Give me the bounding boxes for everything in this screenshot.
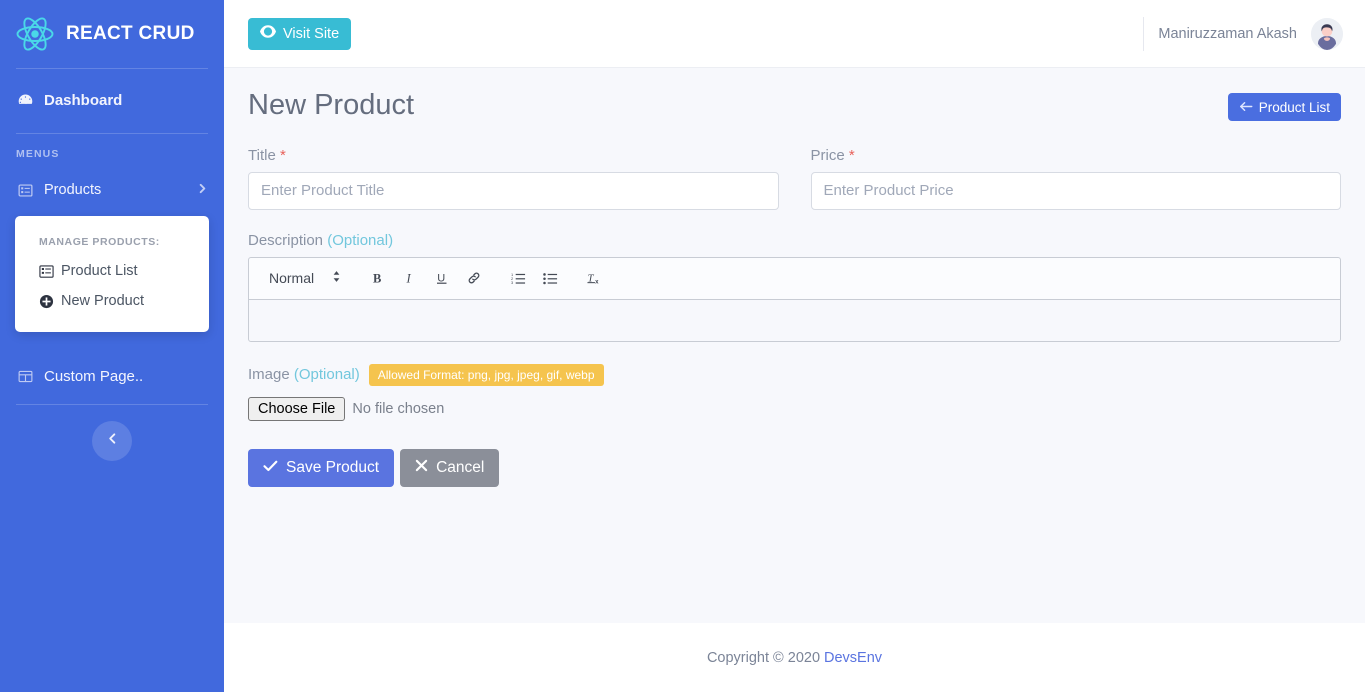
topbar-divider	[1143, 17, 1144, 51]
sidebar-item-products[interactable]: Products	[0, 170, 224, 210]
image-optional-mark: (Optional)	[294, 366, 360, 383]
save-product-button[interactable]: Save Product	[248, 449, 394, 487]
description-field-group: Description (Optional) Normal	[248, 232, 1341, 342]
footer: Copyright © 2020 DevsEnv	[224, 623, 1365, 692]
submenu-heading: MANAGE PRODUCTS:	[15, 230, 209, 256]
sidebar-collapse-button[interactable]	[92, 421, 132, 461]
grid-table-icon	[16, 367, 34, 385]
new-product-form: Title * Price * De	[248, 147, 1341, 487]
submenu-item-new-product[interactable]: New Product	[15, 286, 209, 316]
product-list-button-label: Product List	[1259, 100, 1330, 115]
topbar: Visit Site Maniruzzaman Akash	[224, 0, 1365, 68]
bold-icon[interactable]: B	[364, 265, 392, 291]
eye-icon	[260, 25, 276, 42]
submenu-item-product-list[interactable]: Product List	[15, 256, 209, 286]
sidebar-divider-top	[16, 68, 208, 69]
list-alt-icon	[16, 181, 34, 199]
editor-content-area[interactable]	[248, 299, 1341, 342]
editor-toolbar: Normal B	[248, 257, 1341, 299]
price-label: Price *	[811, 147, 1342, 164]
main-area: Visit Site Maniruzzaman Akash	[224, 0, 1365, 692]
save-product-label: Save Product	[286, 459, 379, 477]
price-field-group: Price *	[811, 147, 1342, 210]
page-content: New Product Product List Title	[224, 68, 1365, 623]
allowed-format-badge: Allowed Format: png, jpg, jpeg, gif, web…	[369, 364, 604, 386]
image-label-row: Image (Optional) Allowed Format: png, jp…	[248, 364, 1341, 386]
bullet-list-icon[interactable]	[536, 265, 564, 291]
page-title: New Product	[248, 90, 414, 122]
description-label-text: Description	[248, 232, 323, 249]
submenu-item-new-product-label: New Product	[61, 293, 144, 309]
sidebar: REACT CRUD Dashboard MENUS	[0, 0, 224, 692]
times-icon	[415, 459, 428, 477]
title-field-group: Title *	[248, 147, 779, 210]
page-header: New Product Product List	[248, 90, 1341, 122]
plus-circle-icon	[39, 294, 54, 309]
choose-file-button[interactable]: Choose File	[248, 397, 345, 421]
cancel-button[interactable]: Cancel	[400, 449, 499, 487]
chevron-left-icon	[106, 432, 119, 450]
title-label: Title *	[248, 147, 779, 164]
clear-format-icon[interactable]: T x	[580, 265, 608, 291]
arrow-left-icon	[1239, 100, 1253, 115]
price-required-mark: *	[849, 147, 855, 164]
underline-icon[interactable]: U	[428, 265, 456, 291]
price-input[interactable]	[811, 172, 1342, 210]
title-input[interactable]	[248, 172, 779, 210]
app-root: REACT CRUD Dashboard MENUS	[0, 0, 1365, 692]
image-field-group: Image (Optional) Allowed Format: png, jp…	[248, 364, 1341, 421]
check-icon	[263, 459, 278, 477]
rich-text-editor: Normal B	[248, 257, 1341, 342]
title-required-mark: *	[280, 147, 286, 164]
user-area: Maniruzzaman Akash	[1143, 14, 1343, 54]
submenu-item-product-list-label: Product List	[61, 263, 138, 279]
sidebar-divider-bottom	[16, 404, 208, 405]
title-price-row: Title * Price *	[248, 147, 1341, 210]
brand[interactable]: REACT CRUD	[0, 0, 224, 68]
svg-text:B: B	[373, 272, 381, 286]
products-submenu-card: MANAGE PRODUCTS: Product List	[15, 216, 209, 332]
svg-text:x: x	[595, 279, 599, 286]
description-optional-mark: (Optional)	[327, 232, 393, 249]
list-table-icon	[39, 264, 54, 279]
description-label: Description (Optional)	[248, 232, 1341, 249]
file-status-text: No file chosen	[352, 401, 444, 417]
sidebar-item-dashboard-label: Dashboard	[44, 92, 122, 109]
italic-icon[interactable]: I	[396, 265, 424, 291]
sidebar-item-products-label: Products	[44, 182, 197, 198]
image-label: Image (Optional)	[248, 366, 360, 383]
form-actions: Save Product Cancel	[248, 449, 1341, 487]
sidebar-item-custom-page-label: Custom Page..	[44, 368, 143, 385]
title-label-text: Title	[248, 147, 276, 164]
svg-text:I: I	[406, 272, 412, 286]
sidebar-divider-mid	[16, 133, 208, 134]
image-label-text: Image	[248, 366, 290, 383]
footer-copyright: Copyright © 2020	[707, 650, 820, 666]
visit-site-label: Visit Site	[283, 26, 339, 42]
sidebar-item-custom-page[interactable]: Custom Page..	[0, 358, 224, 394]
user-name: Maniruzzaman Akash	[1158, 26, 1297, 42]
sidebar-section-menus: MENUS	[0, 148, 224, 160]
user-avatar[interactable]	[1311, 18, 1343, 50]
brand-title: REACT CRUD	[66, 23, 195, 45]
editor-format-select[interactable]: Normal	[259, 265, 349, 291]
footer-link[interactable]: DevsEnv	[824, 650, 882, 666]
chevron-updown-icon	[332, 270, 341, 286]
editor-format-select-value: Normal	[269, 270, 314, 286]
dashboard-icon	[16, 91, 34, 109]
file-input-row[interactable]: Choose File No file chosen	[248, 397, 1341, 421]
ordered-list-icon[interactable]: 1 2 3	[504, 265, 532, 291]
svg-text:3: 3	[511, 281, 514, 286]
cancel-button-label: Cancel	[436, 459, 484, 477]
product-list-button[interactable]: Product List	[1228, 93, 1341, 121]
sidebar-item-dashboard[interactable]: Dashboard	[0, 79, 224, 121]
visit-site-button[interactable]: Visit Site	[248, 18, 351, 50]
chevron-right-icon	[197, 181, 208, 199]
react-atom-icon	[14, 13, 56, 55]
price-label-text: Price	[811, 147, 845, 164]
link-icon[interactable]	[460, 265, 488, 291]
